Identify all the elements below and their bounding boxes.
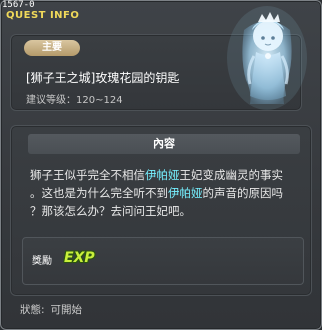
quest-id: 1567-0 <box>2 0 35 10</box>
quest-status: 狀態: 可開始 <box>20 302 82 317</box>
description-text: 王妃变成幽灵的事实 <box>179 168 284 182</box>
category-badge: 主要 <box>24 40 80 56</box>
recommended-level: 建议等级：120~124 <box>26 95 123 106</box>
description-line-3: ？那该怎么办？去问问王妃吧。 <box>30 204 191 218</box>
status-value: 可開始 <box>50 304 83 316</box>
description-text: 。这也是为什么完全听不到 <box>30 186 168 200</box>
quest-title: [狮子王之城]玫瑰花园的钥匙 <box>26 71 180 85</box>
description-line-2: 。这也是为什么完全听不到伊帕娅的声音的原因吗 <box>30 184 310 202</box>
description-text: 狮子王似乎完全不相信 <box>30 168 145 182</box>
npc-portrait-icon <box>227 6 307 110</box>
content-header: 內容 <box>28 134 300 154</box>
description-line-1: 狮子王似乎完全不相信伊帕娅王妃变成幽灵的事实 <box>30 166 310 184</box>
window-title: QUEST INFO <box>6 10 80 21</box>
description-text: 的声音的原因吗 <box>202 186 284 200</box>
exp-icon: EXP <box>64 250 95 266</box>
npc-name-highlight: 伊帕娅 <box>145 168 180 182</box>
npc-name-highlight: 伊帕娅 <box>168 186 203 200</box>
quest-description: 狮子王似乎完全不相信伊帕娅王妃变成幽灵的事实 。这也是为什么完全听不到伊帕娅的声… <box>30 166 310 220</box>
reward-label: 獎勵 <box>32 256 52 267</box>
status-label: 狀態: <box>20 304 45 316</box>
